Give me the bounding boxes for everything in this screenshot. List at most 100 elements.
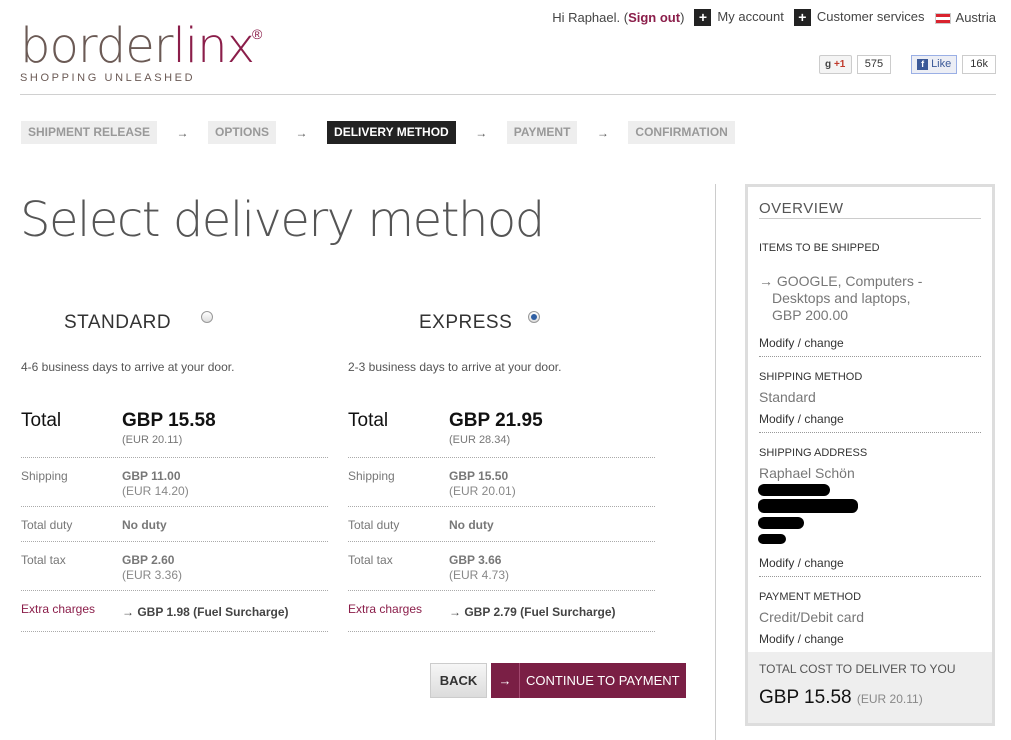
google-plus-label: +1 [833,59,846,70]
express-shipping-label: Shipping [348,469,395,483]
shipped-item-line: → GOOGLE, Computers - [759,273,923,289]
total-cost-eur: (EUR 20.11) [856,692,923,706]
modify-items-link[interactable]: Modify / change [759,336,844,350]
shipping-address-name: Raphael Schön [759,465,855,481]
standard-total-label: Total [21,410,62,431]
google-g-icon: g [825,59,832,70]
divider [348,457,655,458]
divider [759,576,981,577]
standard-description: 4-6 business days to arrive at your door… [21,360,235,374]
express-total-gbp: GBP 21.95 [449,410,543,431]
redacted-address-line [758,499,858,513]
express-tax-gbp: GBP 3.66 [449,553,502,567]
my-account-link[interactable]: + My account [694,9,784,27]
redacted-address-line [758,484,830,496]
shipping-address-heading: SHIPPING ADDRESS [759,447,868,459]
step-arrow-icon: → [295,125,308,140]
page-title: Select delivery method [20,192,545,248]
standard-radio[interactable] [201,311,213,323]
checkout-steps: SHIPMENT RELEASE → OPTIONS → DELIVERY ME… [21,121,735,144]
country-label: Austria [955,10,996,26]
shipped-item-price: GBP 200.00 [772,307,849,323]
standard-total-gbp: GBP 15.58 [122,410,216,431]
sign-out-link[interactable]: Sign out [628,10,680,25]
logo[interactable]: borderlinx ® SHOPPING UNLEASHED [20,22,262,84]
standard-extra-label[interactable]: Extra charges [21,602,95,616]
standard-total-eur: (EUR 20.11) [122,434,183,446]
express-extra-value: → GBP 2.79 (Fuel Surcharge) [449,605,616,619]
divider [21,457,328,458]
step-delivery-method: DELIVERY METHOD [327,121,456,144]
divider [348,631,655,632]
express-tax-value: GBP 3.66 (EUR 4.73) [449,553,509,583]
standard-tax-label: Total tax [21,553,66,567]
standard-shipping-eur: (EUR 14.20) [122,484,189,498]
step-arrow-icon: → [176,125,189,140]
express-shipping-gbp: GBP 15.50 [449,469,509,483]
express-total-eur: (EUR 28.34) [449,434,511,446]
divider [21,590,328,591]
overview-panel: OVERVIEW ITEMS TO BE SHIPPED → GOOGLE, C… [745,184,995,726]
column-divider [715,184,716,740]
total-cost-value: GBP 15.58 (EUR 20.11) [759,687,923,709]
overview-title: OVERVIEW [759,200,981,219]
logo-word-linx: linx [172,18,254,74]
items-to-be-shipped-heading: ITEMS TO BE SHIPPED [759,242,880,254]
customer-services-link[interactable]: + Customer services [793,9,925,27]
divider [21,506,328,507]
greeting-text: Hi Raphael. ( [552,10,629,26]
modify-payment-method-link[interactable]: Modify / change [759,632,844,646]
total-cost-label: TOTAL COST TO DELIVER TO YOU [759,662,956,676]
modify-shipping-address-link[interactable]: Modify / change [759,556,844,570]
total-cost-gbp: GBP 15.58 [759,687,852,708]
modify-shipping-method-link[interactable]: Modify / change [759,412,844,426]
divider [759,432,981,433]
back-button[interactable]: BACK [430,663,487,698]
standard-shipping-value: GBP 11.00 (EUR 14.20) [122,469,189,499]
standard-option-name: STANDARD [64,312,172,333]
header-divider [20,94,996,95]
facebook-icon: f [917,59,929,70]
facebook-like-count: 16k [962,55,996,74]
google-plus-widget: g +1 575 [818,55,892,74]
greeting-paren: ) [680,10,685,26]
google-plus-button[interactable]: g +1 [818,55,852,74]
express-radio[interactable] [528,311,540,323]
social-buttons: g +1 575 f Like 16k [818,55,996,74]
logo-wordmark: borderlinx [20,22,255,70]
step-arrow-icon: → [596,125,609,140]
express-option-name: EXPRESS [419,312,513,333]
express-extra-label[interactable]: Extra charges [348,602,422,616]
express-description: 2-3 business days to arrive at your door… [348,360,562,374]
divider [348,590,655,591]
standard-shipping-gbp: GBP 11.00 [122,469,181,483]
logo-word-border: border [20,18,173,74]
step-shipment-release[interactable]: SHIPMENT RELEASE [21,121,158,144]
express-shipping-value: GBP 15.50 (EUR 20.01) [449,469,516,499]
continue-label: CONTINUE TO PAYMENT [526,673,680,688]
step-options[interactable]: OPTIONS [208,121,277,144]
google-plus-count: 575 [856,55,892,74]
step-payment: PAYMENT [506,121,578,144]
express-tax-eur: (EUR 4.73) [449,568,510,582]
express-tax-label: Total tax [348,553,393,567]
payment-method-value: Credit/Debit card [759,609,865,625]
continue-to-payment-button[interactable]: → CONTINUE TO PAYMENT [491,663,686,698]
top-links: Hi Raphael. (Sign out) + My account + Cust… [552,9,996,27]
standard-tax-gbp: GBP 2.60 [122,553,175,567]
shipping-method-heading: SHIPPING METHOD [759,371,863,383]
divider [21,541,328,542]
redacted-address-line [758,534,786,544]
redacted-address-line [758,517,804,529]
plus-icon: + [793,9,811,27]
divider [348,541,655,542]
total-cost-box: TOTAL COST TO DELIVER TO YOU GBP 15.58 (… [748,652,992,723]
country-selector[interactable]: Austria [934,10,996,26]
express-duty-label: Total duty [348,518,400,532]
shipping-method-value: Standard [759,389,816,405]
user-greeting: Hi Raphael. (Sign out) [552,10,684,25]
customer-services-label: Customer services [816,9,925,24]
standard-tax-eur: (EUR 3.36) [122,568,183,582]
facebook-like-button[interactable]: f Like [911,55,958,74]
standard-extra-value: → GBP 1.98 (Fuel Surcharge) [122,605,289,619]
